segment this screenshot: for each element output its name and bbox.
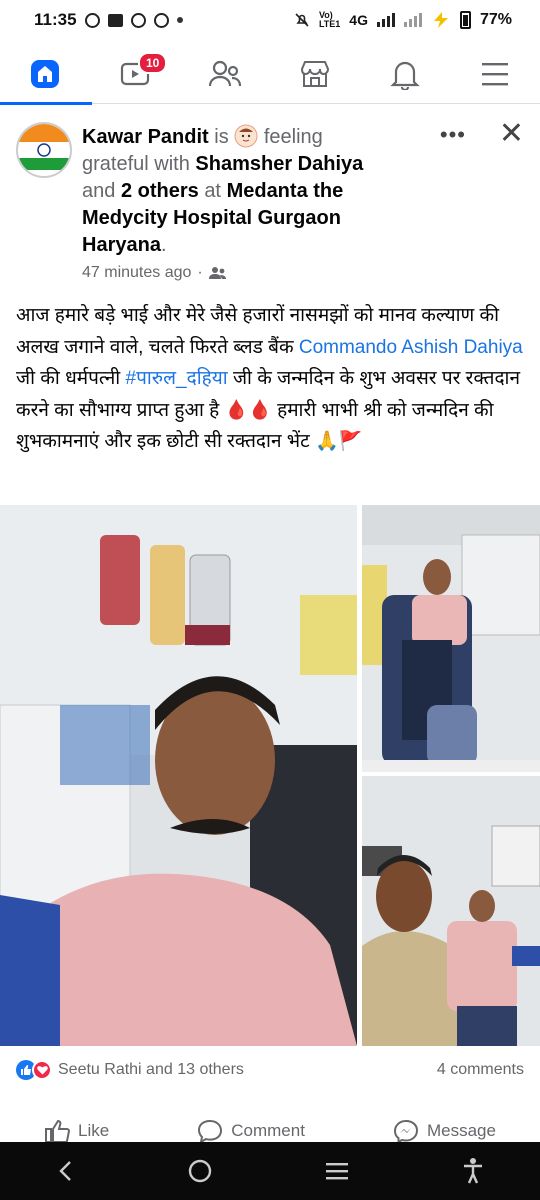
is-text: is bbox=[214, 126, 229, 148]
hashtag-link[interactable]: #पारुल_दहिया bbox=[126, 368, 228, 389]
more-options-icon[interactable]: ••• bbox=[440, 122, 466, 148]
photo-main[interactable] bbox=[0, 505, 357, 1046]
volte-icon: Vo) LTE1 bbox=[318, 10, 341, 29]
close-icon[interactable]: ✕ bbox=[499, 116, 524, 151]
comments-count[interactable]: 4 comments bbox=[437, 1061, 524, 1079]
tab-home[interactable] bbox=[0, 46, 92, 105]
signal-icon-2 bbox=[403, 13, 422, 27]
recents-icon[interactable] bbox=[324, 1160, 350, 1182]
period: . bbox=[160, 234, 167, 256]
tab-friends[interactable] bbox=[190, 46, 260, 102]
mute-icon bbox=[295, 13, 309, 27]
post-text-2: जी की धर्मपत्नी bbox=[16, 368, 121, 389]
whatsapp-icon bbox=[84, 12, 100, 28]
tab-menu[interactable] bbox=[460, 46, 530, 102]
app-notification-icon bbox=[153, 12, 169, 28]
messenger-icon bbox=[393, 1119, 418, 1143]
back-icon[interactable] bbox=[56, 1159, 76, 1183]
post-time[interactable]: 47 minutes ago bbox=[82, 264, 191, 282]
tagged-others[interactable]: 2 others bbox=[121, 180, 199, 202]
like-label: Like bbox=[78, 1121, 110, 1140]
reaction-summary[interactable]: Seetu Rathi and 13 others bbox=[16, 1060, 244, 1080]
thumbs-up-icon bbox=[45, 1119, 71, 1143]
post-header-text: Kawar Pandit is feeling grateful with Sh… bbox=[82, 124, 392, 259]
mention-link[interactable]: Commando Ashish Dahiya bbox=[299, 337, 523, 358]
post-meta: 47 minutes ago · bbox=[82, 264, 227, 282]
flag-avatar-image bbox=[18, 124, 70, 176]
charging-icon bbox=[433, 12, 448, 28]
clock: 11:35 bbox=[34, 10, 77, 29]
reactors-text[interactable]: Seetu Rathi and 13 others bbox=[58, 1061, 244, 1079]
home-icon bbox=[31, 59, 59, 88]
author-avatar[interactable] bbox=[16, 122, 72, 178]
marketplace-icon bbox=[300, 60, 330, 87]
tab-notifications[interactable] bbox=[370, 46, 440, 102]
battery-icon bbox=[459, 11, 471, 29]
system-nav-bar bbox=[0, 1142, 540, 1200]
and-text: and bbox=[82, 180, 116, 202]
battery-percent: 77% bbox=[479, 11, 512, 28]
home-nav-icon[interactable] bbox=[187, 1158, 213, 1184]
photo-grid bbox=[0, 505, 540, 1046]
tab-marketplace[interactable] bbox=[280, 46, 350, 102]
photo-bottom-right[interactable] bbox=[362, 776, 540, 1046]
meta-dot: · bbox=[197, 264, 203, 281]
reactions-bar: Seetu Rathi and 13 others 4 comments bbox=[16, 1060, 524, 1080]
officer-selfie-photo-image bbox=[362, 776, 540, 1046]
friends-audience-icon[interactable] bbox=[208, 266, 227, 280]
network-type: 4G bbox=[349, 12, 368, 28]
tab-video[interactable]: 10 bbox=[100, 46, 170, 102]
more-notifications-icon bbox=[176, 17, 183, 23]
status-bar: 11:35 Vo) LTE1 4G 77% bbox=[0, 0, 540, 40]
video-badge: 10 bbox=[138, 51, 168, 74]
grateful-emoji-icon bbox=[234, 124, 258, 148]
friends-icon bbox=[208, 60, 242, 86]
comment-label: Comment bbox=[231, 1121, 305, 1140]
phone-icon bbox=[130, 12, 146, 28]
love-reaction-icon bbox=[32, 1060, 52, 1080]
mail-icon bbox=[107, 13, 123, 27]
selfie-photo-image bbox=[0, 505, 357, 1046]
signal-icon bbox=[376, 13, 395, 27]
bell-icon bbox=[390, 61, 420, 90]
hamburger-icon bbox=[482, 62, 508, 85]
comment-icon bbox=[198, 1119, 223, 1143]
at-text: at bbox=[204, 180, 221, 202]
top-nav: 10 bbox=[0, 44, 540, 105]
photo-top-right[interactable] bbox=[362, 505, 540, 772]
author-name[interactable]: Kawar Pandit bbox=[82, 126, 209, 148]
post-body: आज हमारे बड़े भाई और मेरे जैसे हजारों ना… bbox=[16, 300, 526, 458]
message-label: Message bbox=[426, 1121, 496, 1140]
tagged-person[interactable]: Shamsher Dahiya bbox=[195, 153, 363, 175]
accessibility-icon[interactable] bbox=[461, 1157, 485, 1185]
donation-chair-photo-image bbox=[362, 505, 540, 772]
